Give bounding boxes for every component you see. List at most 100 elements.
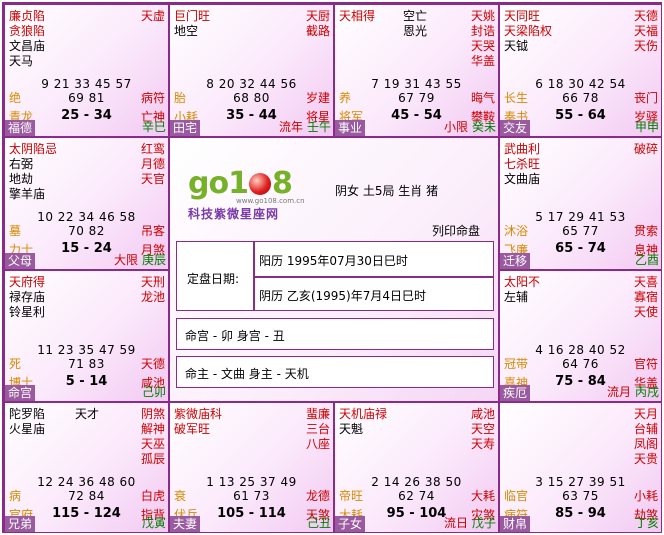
- solar-date: 阳历 1995年07月30日巳时: [259, 254, 408, 268]
- main-stars: 天机庙禄 天魁: [339, 407, 387, 437]
- lunar-date: 阴历 乙亥(1995)年7月4日巳时: [259, 289, 426, 303]
- major-star: 文曲庙: [504, 172, 541, 186]
- major-star: 地劫: [9, 172, 34, 186]
- minor-star: 天贵: [633, 452, 658, 466]
- major-star: 铃星利: [9, 305, 46, 319]
- chart-header: 阴女 土5局 生肖 猪: [335, 184, 439, 198]
- palace-cell[interactable]: 天相得 天姚 封诰 天哭 华盖 空亡 恩光 7 19 31 43 55 67 79 养晦气 45 -…: [334, 4, 499, 137]
- logo-url: www.go108.com.cn: [236, 197, 305, 205]
- major-star: 陀罗陷: [9, 407, 46, 421]
- stem-branch: 庚辰: [141, 253, 166, 267]
- lunar-date-box: 阴历 乙亥(1995)年7月4日巳时: [254, 277, 494, 311]
- ziwei-chart: go1 8 www.go108.com.cn 科技紫微星座网 阴女 土5局 生肖 …: [2, 2, 662, 533]
- logo-ball-icon: [248, 173, 271, 195]
- major-star: 天相得: [339, 9, 376, 23]
- growth-stage: 病: [9, 489, 22, 503]
- go108-logo[interactable]: go1 8 www.go108.com.cn 科技紫微星座网: [188, 166, 305, 222]
- minor-star: 天姚: [470, 9, 495, 23]
- minor-stars: 天虚: [141, 9, 165, 24]
- flow-marker: 流年: [278, 120, 303, 134]
- year-star: 岁建: [305, 91, 330, 105]
- major-star: 天梁陷权: [504, 24, 553, 38]
- palace-cell[interactable]: 武曲利 七杀旺 文曲庙 破碎 5 17 29 41 53 65 77 沐浴 贯索 65 - 74…: [499, 137, 662, 270]
- growth-stage: 冠带: [504, 357, 529, 371]
- ming-shen-zhu: 命主 - 文曲 身主 - 天机: [185, 367, 309, 381]
- major-star: 破军旺: [174, 422, 211, 436]
- palace-name-badge: 福德: [5, 120, 36, 136]
- palace-cell[interactable]: 廉贞陷 贪狼陷 文昌庙 天马 天虚 9 21 33 45 57 69 81 绝病符 25 - 3…: [4, 4, 169, 137]
- year-star: 天德: [140, 357, 165, 371]
- major-star: 文昌庙: [9, 39, 46, 53]
- minor-star: 天巫: [140, 437, 165, 451]
- palace-cell[interactable]: 天府得 禄存庙 铃星利 天刑 龙池 11 23 35 47 59 71 83 死天德 5 - 1…: [4, 270, 169, 402]
- ming-shen-palace: 命宫 - 卯 身宫 - 丑: [185, 329, 285, 343]
- logo-subtitle: 科技紫微星座网: [188, 207, 280, 221]
- palace-cell[interactable]: 紫微庙科 破军旺 蜚廉 三台 八座 1 13 25 37 49 61 73 衰龙德 105 - …: [169, 402, 334, 533]
- minor-star: 天刑: [140, 275, 165, 289]
- flow-marker: 流日: [443, 516, 468, 530]
- major-star: 右弼: [9, 157, 34, 171]
- minor-star: 红鸾: [140, 142, 165, 156]
- minor-star: 解神: [140, 422, 165, 436]
- minor-star: 天使: [633, 305, 658, 319]
- main-stars: 巨门旺 地空: [174, 9, 210, 39]
- major-star: 紫微庙科: [174, 407, 223, 421]
- palace-name-badge: 父母: [5, 253, 36, 269]
- palace-name-badge: 夫妻: [170, 516, 201, 532]
- minor-star: 寡宿: [633, 290, 658, 304]
- major-star: 廉贞陷: [9, 9, 46, 23]
- flow-marker: 小限: [443, 120, 468, 134]
- stem-branch: 癸未: [471, 120, 496, 134]
- minor-star: 天喜: [633, 275, 658, 289]
- minor-star: 天寿: [470, 437, 495, 451]
- year-star: 丧门: [633, 91, 658, 105]
- minor-stars: 天厨 截路: [306, 9, 330, 39]
- growth-stage: 死: [9, 357, 22, 371]
- major-star: 火星庙: [9, 422, 46, 436]
- zhu-box: 命主 - 文曲 身主 - 天机: [176, 356, 494, 388]
- palace-cell[interactable]: 天同旺 天梁陷权 天钺 天德 天福 天伤 6 18 30 42 54 66 78 长生 丧门 55 …: [499, 4, 662, 137]
- growth-stage: 长生: [504, 91, 529, 105]
- major-star: 地空: [174, 24, 199, 38]
- minor-stars: 天德 天福 天伤: [634, 9, 658, 54]
- growth-stage: 临官: [504, 489, 529, 503]
- minor-star: 天虚: [140, 9, 165, 23]
- palace-cell[interactable]: 太阳不 左辅 天喜 寡宿 天使 4 16 28 40 52 64 76 冠带 官符 75 - 84…: [499, 270, 662, 402]
- minor-star: 阴煞: [140, 407, 165, 421]
- main-stars: 太阳不 左辅: [504, 275, 540, 305]
- minor-stars: 红鸾 月德 天官: [141, 142, 165, 187]
- palace-cell[interactable]: 天机庙禄 天魁 咸池 天空 天寿 2 14 26 38 50 62 74 帝旺 大耗 95 - 1…: [334, 402, 499, 533]
- minor-star: 破碎: [633, 142, 658, 156]
- stem-branch: 己丑: [306, 516, 331, 530]
- flow-marker: 大限: [113, 253, 138, 267]
- major-star: 天钺: [504, 39, 529, 53]
- minor-star: 封诰: [470, 24, 495, 38]
- major-star: 天府得: [9, 275, 46, 289]
- palace-cell[interactable]: 陀罗陷 火星庙 阴煞 解神 天巫 孤辰 天才 12 24 36 48 60 72 84 病白虎 11…: [4, 402, 169, 533]
- palace-name-badge: 子女: [335, 516, 366, 532]
- growth-stage: 绝: [9, 91, 22, 105]
- minor-star: 凤阁: [633, 437, 658, 451]
- main-stars: 紫微庙科 破军旺: [174, 407, 222, 437]
- flow-marker: 流月: [606, 385, 631, 399]
- stem-branch: 己卯: [141, 385, 166, 399]
- minor-star: 八座: [305, 437, 330, 451]
- palace-name-badge: 田宅: [170, 120, 201, 136]
- year-star: 官符: [633, 357, 658, 371]
- palace-cell[interactable]: 太阴陷忌 右弼 地劫 擎羊庙 红鸾 月德 天官 10 22 34 46 58 70 82 墓吊客 1…: [4, 137, 169, 270]
- palace-name-badge: 迁移: [500, 253, 531, 269]
- palace-name-badge: 交友: [500, 120, 531, 136]
- main-stars: 陀罗陷 火星庙: [9, 407, 45, 437]
- date-label: 定盘日期:: [187, 272, 240, 286]
- major-star: 七杀旺: [504, 157, 541, 171]
- major-star: 太阳不: [504, 275, 541, 289]
- minor-star: 天德: [633, 9, 658, 23]
- minor-star: 月德: [140, 157, 165, 171]
- palace-cell[interactable]: 天月 台辅 凤阁 天贵 3 15 27 39 51 63 75 临官 小耗 85 - 94 病符劫…: [499, 402, 662, 533]
- stem-branch: 甲申: [634, 120, 659, 134]
- stem-branch: 戊寅: [141, 516, 166, 530]
- auxiliary-star: 恩光: [403, 24, 428, 38]
- palace-name-badge: 财帛: [500, 516, 531, 532]
- main-stars: 武曲利 七杀旺 文曲庙: [504, 142, 540, 187]
- palace-cell[interactable]: 巨门旺 地空 天厨 截路 8 20 32 44 56 68 80 胎岁建 35 - 44 小耗将…: [169, 4, 334, 137]
